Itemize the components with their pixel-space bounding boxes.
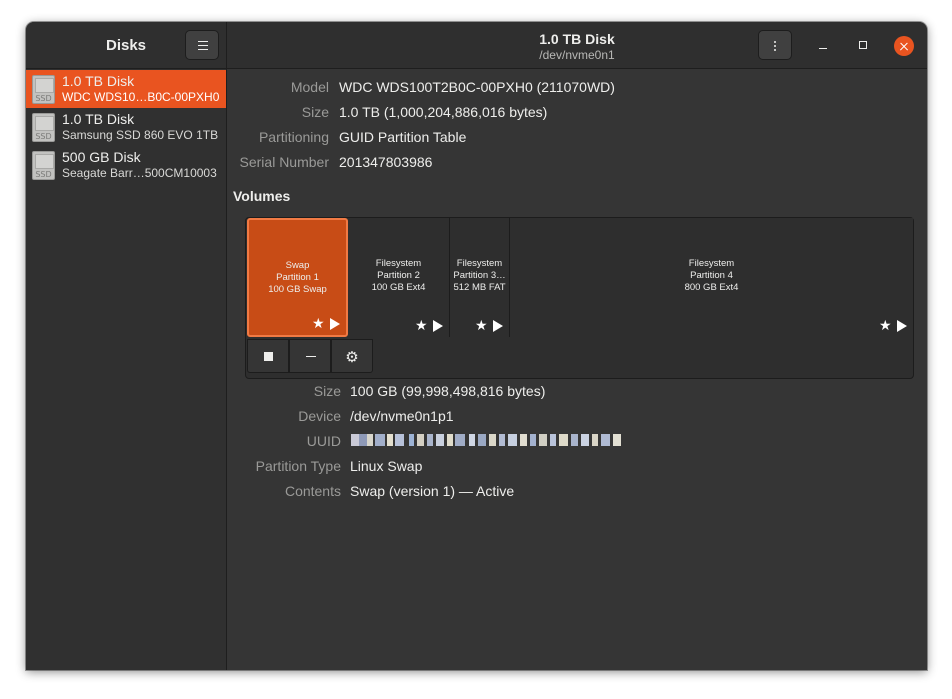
ssd-icon: SSD: [32, 113, 55, 142]
star-icon: ★: [312, 316, 325, 332]
partition-size-label: Size: [313, 383, 341, 399]
device-row: Device /dev/nvme0n1p1: [227, 408, 917, 428]
minus-icon: [306, 356, 316, 357]
partitioning-label: Partitioning: [258, 129, 329, 145]
gear-icon: ⚙: [345, 348, 359, 366]
star-icon: ★: [475, 318, 488, 334]
uuid-label: UUID: [306, 433, 341, 449]
stop-icon: [264, 352, 273, 361]
size-row: Size 1.0 TB (1,000,204,886,016 bytes): [227, 104, 917, 124]
disk-item[interactable]: SSD 1.0 TB Disk WDC WDS10…B0C-00PXH0: [26, 70, 226, 108]
disk-item[interactable]: SSD 1.0 TB Disk Samsung SSD 860 EVO 1TB: [26, 108, 226, 146]
partition-type-value: Linux Swap: [350, 458, 423, 474]
partition-type: Filesystem: [688, 258, 735, 269]
partitioning-row: Partitioning GUID Partition Table: [227, 129, 917, 149]
partition-name: Partition 4: [690, 270, 733, 281]
unmount-button[interactable]: [247, 339, 289, 373]
partition-type: Filesystem: [375, 258, 422, 269]
play-icon: [330, 318, 340, 330]
partition-type-label: Partition Type: [255, 458, 341, 474]
partition-size-value: 100 GB (99,998,498,816 bytes): [350, 383, 546, 399]
menu-button[interactable]: [185, 30, 219, 60]
partition-name: Partition 3…: [453, 270, 506, 281]
serial-value: 201347803986: [339, 154, 433, 170]
device-value: /dev/nvme0n1p1: [350, 408, 454, 424]
play-icon: [897, 320, 907, 332]
model-label: Model: [290, 79, 329, 95]
star-icon: ★: [415, 318, 428, 334]
disk-name: 1.0 TB Disk: [62, 111, 135, 127]
partition-4[interactable]: Filesystem Partition 4 800 GB Ext4 ★: [510, 218, 913, 337]
maximize-icon: [859, 41, 867, 49]
serial-label: Serial Number: [239, 154, 329, 170]
play-icon: [493, 320, 503, 332]
serial-row: Serial Number 201347803986: [227, 154, 917, 174]
partition-name: Partition 1: [276, 272, 319, 283]
disk-model: Seagate Barr…500CM10003: [62, 166, 217, 180]
uuid-value-redacted: [351, 434, 626, 446]
partition-name: Partition 2: [377, 270, 420, 281]
disks-window: Disks 1.0 TB Disk /dev/nvme0n1 SSD 1.0 T…: [26, 22, 927, 670]
star-icon: ★: [879, 318, 892, 334]
volumes-heading: Volumes: [233, 188, 291, 204]
maximize-button[interactable]: [853, 35, 873, 55]
partition-type: Filesystem: [456, 258, 503, 269]
partition-2[interactable]: Filesystem Partition 2 100 GB Ext4 ★: [348, 218, 450, 337]
model-value: WDC WDS100T2B0C-00PXH0 (211070WD): [339, 79, 615, 95]
partition-1[interactable]: Swap Partition 1 100 GB Swap ★: [247, 218, 348, 337]
size-label: Size: [301, 104, 329, 120]
disk-model: Samsung SSD 860 EVO 1TB: [62, 128, 219, 142]
size-value: 1.0 TB (1,000,204,886,016 bytes): [339, 104, 548, 120]
partition-size: 512 MB FAT: [453, 282, 506, 293]
partitioning-value: GUID Partition Table: [339, 129, 467, 145]
disk-model: WDC WDS10…B0C-00PXH0: [62, 90, 220, 104]
volume-toolbar: ⚙: [247, 339, 374, 373]
play-icon: [433, 320, 443, 332]
ssd-icon: SSD: [32, 75, 55, 104]
contents-value: Swap (version 1) — Active: [350, 483, 515, 499]
delete-partition-button[interactable]: [289, 339, 331, 373]
partition-type-row: Partition Type Linux Swap: [227, 458, 917, 478]
partition-size: 100 GB Ext4: [371, 282, 426, 293]
partition-type: Swap: [285, 260, 310, 271]
drive-options-button[interactable]: [758, 30, 792, 60]
minimize-button[interactable]: [813, 35, 833, 55]
close-button[interactable]: [894, 36, 914, 56]
partition-options-button[interactable]: ⚙: [331, 339, 373, 373]
partition-3[interactable]: Filesystem Partition 3… 512 MB FAT ★: [450, 218, 510, 337]
contents-row: Contents Swap (version 1) — Active: [227, 483, 917, 503]
partition-size: 800 GB Ext4: [684, 282, 739, 293]
model-row: Model WDC WDS100T2B0C-00PXH0 (211070WD): [227, 79, 917, 99]
device-label: Device: [298, 408, 341, 424]
disk-name: 500 GB Disk: [62, 149, 141, 165]
partition-size: 100 GB Swap: [268, 284, 327, 295]
ssd-icon: SSD: [32, 151, 55, 180]
partition-size-row: Size 100 GB (99,998,498,816 bytes): [227, 383, 917, 403]
contents-label: Contents: [284, 483, 341, 499]
disk-name: 1.0 TB Disk: [62, 73, 135, 89]
sidebar-header: Disks: [26, 22, 227, 69]
header-bar: 1.0 TB Disk /dev/nvme0n1: [227, 22, 927, 69]
volumes-map: Swap Partition 1 100 GB Swap ★ Filesyste…: [245, 217, 914, 379]
disk-list: SSD 1.0 TB Disk WDC WDS10…B0C-00PXH0 SSD…: [26, 69, 227, 670]
minimize-icon: [819, 48, 827, 49]
disk-item[interactable]: SSD 500 GB Disk Seagate Barr…500CM10003: [26, 146, 226, 184]
